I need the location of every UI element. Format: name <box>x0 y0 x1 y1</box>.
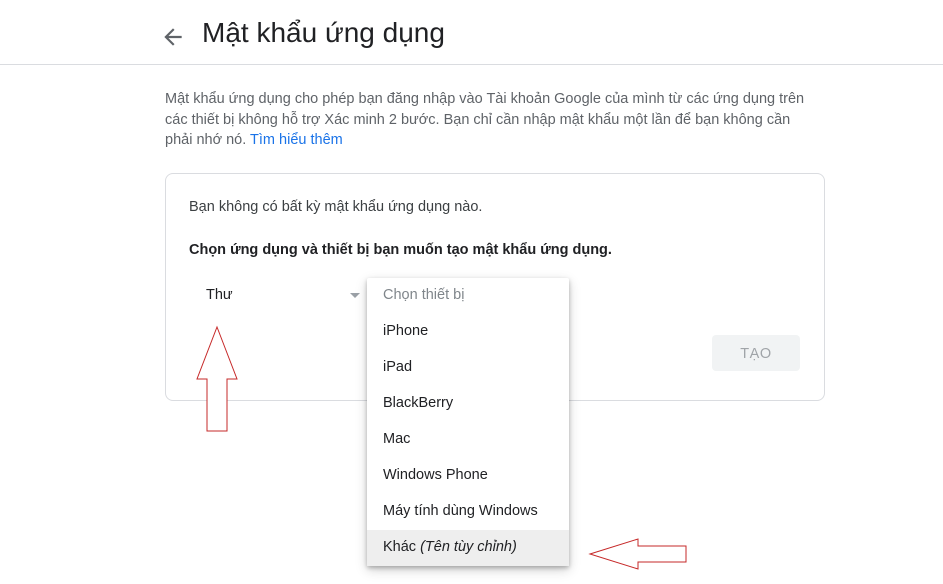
device-option-iphone[interactable]: iPhone <box>367 314 569 350</box>
device-select-dropdown: Chọn thiết bị iPhone iPad BlackBerry Mac… <box>367 278 569 566</box>
device-option-windows-phone[interactable]: Windows Phone <box>367 458 569 494</box>
custom-option-label: Khác <box>383 539 417 555</box>
device-option-placeholder[interactable]: Chọn thiết bị <box>367 278 569 314</box>
learn-more-link[interactable]: Tìm hiểu thêm <box>250 132 343 148</box>
custom-option-hint: (Tên tùy chỉnh) <box>420 539 517 555</box>
device-option-blackberry[interactable]: BlackBerry <box>367 386 569 422</box>
left-arrow-annotation <box>588 538 687 570</box>
device-option-label: iPad <box>383 359 413 375</box>
arrow-left-icon <box>164 28 182 46</box>
device-option-label: Mac <box>383 431 411 447</box>
description-line: phải nhớ nó. Tìm hiểu thêm <box>165 130 825 151</box>
app-select[interactable]: Thư <box>190 278 366 314</box>
device-option-ipad[interactable]: iPad <box>367 350 569 386</box>
device-option-label: Chọn thiết bị <box>383 287 465 303</box>
app-passwords-page: Mật khẩu ứng dụng Mật khẩu ứng dụng cho … <box>0 0 943 584</box>
device-option-windows-computer[interactable]: Máy tính dùng Windows <box>367 494 569 530</box>
description: Mật khẩu ứng dụng cho phép bạn đăng nhập… <box>165 89 825 151</box>
back-button[interactable] <box>160 24 186 50</box>
dropdown-triangle-icon <box>350 293 360 298</box>
create-button[interactable]: TẠO <box>712 335 800 371</box>
empty-message: Bạn không có bất kỳ mật khẩu ứng dụng nà… <box>189 199 483 215</box>
description-line: Mật khẩu ứng dụng cho phép bạn đăng nhập… <box>165 91 805 107</box>
choose-app-device-label: Chọn ứng dụng và thiết bị bạn muốn tạo m… <box>189 242 612 258</box>
description-line-text: phải nhớ nó. <box>165 132 247 148</box>
device-option-label: BlackBerry <box>383 395 454 411</box>
device-option-mac[interactable]: Mac <box>367 422 569 458</box>
device-option-label: Máy tính dùng Windows <box>383 503 538 519</box>
page-title: Mật khẩu ứng dụng <box>202 17 445 48</box>
app-select-value: Thư <box>206 287 233 303</box>
device-option-label: Khác (Tên tùy chỉnh) <box>383 539 517 555</box>
page-header: Mật khẩu ứng dụng <box>0 0 943 65</box>
device-option-label: Windows Phone <box>383 467 488 483</box>
up-arrow-annotation <box>196 325 238 432</box>
description-line: các thiết bị không hỗ trợ Xác minh 2 bướ… <box>165 111 791 128</box>
device-option-label: iPhone <box>383 323 429 339</box>
device-option-custom[interactable]: Khác (Tên tùy chỉnh) <box>367 530 569 566</box>
